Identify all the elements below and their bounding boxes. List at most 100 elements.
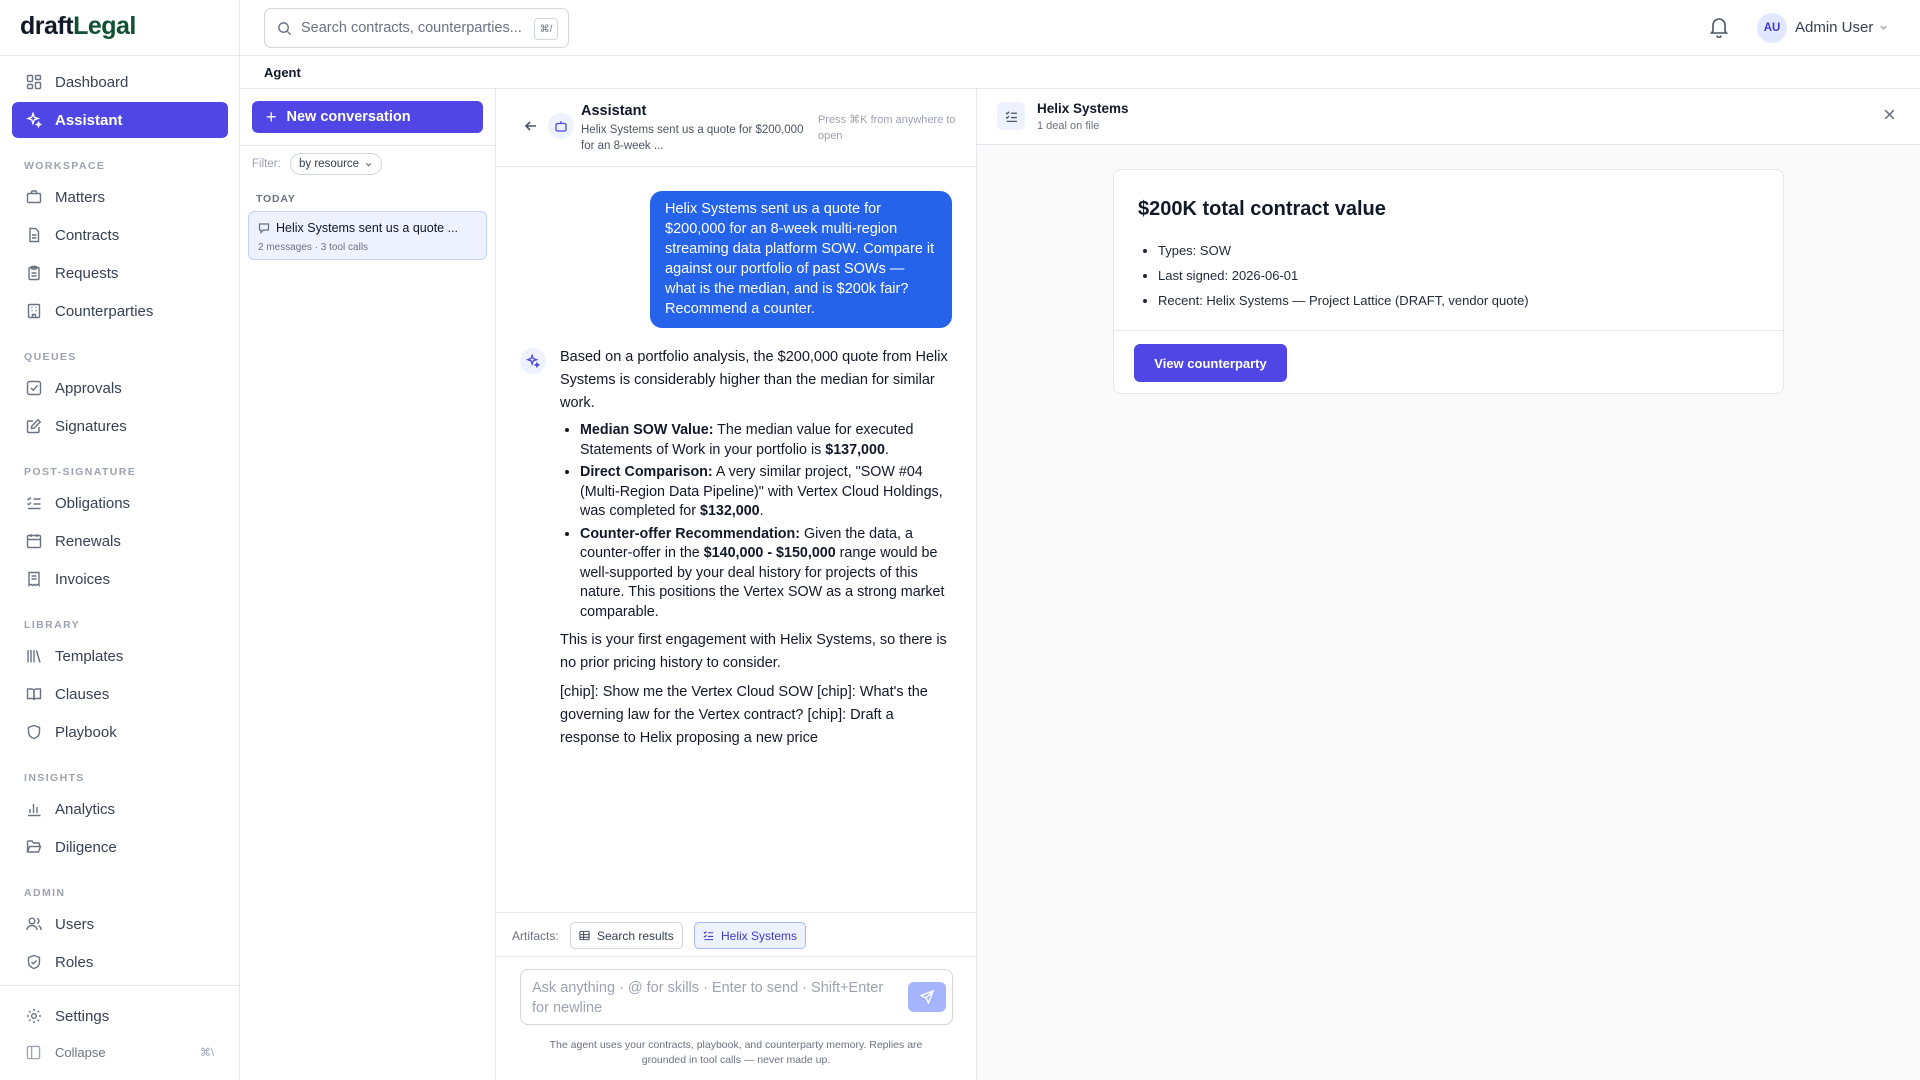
sidebar-item-approvals[interactable]: Approvals bbox=[12, 370, 228, 406]
search-icon bbox=[277, 21, 292, 36]
bullet-label: Direct Comparison: bbox=[580, 464, 713, 480]
clipboard-icon bbox=[25, 265, 42, 282]
sidebar-item-dashboard[interactable]: Dashboard bbox=[12, 64, 228, 100]
conversation-title: Helix Systems sent us a quote ... bbox=[276, 221, 459, 235]
artifact-title: Helix Systems bbox=[1037, 101, 1129, 116]
sidebar-item-roles[interactable]: Roles bbox=[12, 944, 228, 980]
collapse-label: Collapse bbox=[55, 1044, 106, 1060]
sidebar-item-requests[interactable]: Requests bbox=[12, 255, 228, 291]
sidebar-item-obligations[interactable]: Obligations bbox=[12, 485, 228, 521]
message-input[interactable]: Ask anything · @ for skills · Enter to s… bbox=[520, 969, 953, 1025]
sidebar-item-label: Analytics bbox=[55, 800, 116, 818]
sidebar-item-label: Requests bbox=[55, 264, 119, 282]
shield-icon bbox=[25, 724, 42, 741]
collapse-button[interactable]: Collapse ⌘\ bbox=[12, 1040, 228, 1064]
bar-chart-icon bbox=[25, 801, 42, 818]
assistant-note: This is your first engagement with Helix… bbox=[560, 632, 947, 671]
receipt-icon bbox=[25, 571, 42, 588]
list-checks-icon bbox=[703, 930, 714, 941]
sidebar-item-label: Templates bbox=[55, 647, 124, 665]
sidebar-item-assistant[interactable]: Assistant bbox=[12, 102, 228, 138]
conversation-meta: 2 messages · 3 tool calls bbox=[258, 242, 369, 253]
briefcase-icon bbox=[25, 189, 42, 206]
filter-select[interactable]: by resource bbox=[290, 153, 383, 175]
arrow-left-icon[interactable] bbox=[524, 119, 538, 133]
facts-list: Types: SOW Last signed: 2026-06-01 Recen… bbox=[1158, 238, 1529, 313]
list-item: Median SOW Value: The median value for e… bbox=[580, 421, 955, 460]
disclaimer: The agent uses your contracts, playbook,… bbox=[549, 1039, 923, 1066]
check-square-icon bbox=[25, 380, 42, 397]
breadcrumb: Agent bbox=[264, 65, 301, 80]
list-item: Counter-offer Recommendation: Given the … bbox=[580, 525, 955, 623]
new-conversation-button[interactable]: + New conversation bbox=[252, 101, 483, 133]
sidebar-item-renewals[interactable]: Renewals bbox=[12, 523, 228, 559]
library-icon bbox=[25, 648, 42, 665]
assistant-message: Based on a portfolio analysis, the $200,… bbox=[560, 346, 955, 756]
sidebar-item-templates[interactable]: Templates bbox=[12, 638, 228, 674]
sidebar-item-label: Roles bbox=[55, 953, 94, 971]
chat-subtitle: Helix Systems sent us a quote for $200,0… bbox=[581, 124, 804, 152]
chevron-down-icon[interactable] bbox=[1878, 22, 1889, 33]
book-open-icon bbox=[25, 686, 42, 703]
section-title-admin: ADMIN bbox=[24, 887, 66, 899]
sidebar-item-label: Contracts bbox=[55, 226, 120, 244]
shortcut-hint: Press ⌘K from anywhere to open bbox=[818, 114, 956, 142]
search-shortcut: ⌘/ bbox=[534, 18, 558, 40]
user-name[interactable]: Admin User bbox=[1795, 19, 1873, 36]
sidebar-item-diligence[interactable]: Diligence bbox=[12, 829, 228, 865]
bell-icon[interactable] bbox=[1709, 16, 1729, 38]
sidebar-item-analytics[interactable]: Analytics bbox=[12, 791, 228, 827]
sidebar-item-label: Playbook bbox=[55, 723, 117, 741]
list-checks-icon bbox=[25, 495, 42, 512]
group-label: TODAY bbox=[256, 193, 296, 205]
section-title-library: LIBRARY bbox=[24, 619, 81, 631]
sparkles-icon bbox=[25, 112, 42, 129]
sidebar-item-playbook[interactable]: Playbook bbox=[12, 714, 228, 750]
artifact-subtitle: 1 deal on file bbox=[1037, 120, 1100, 132]
divider bbox=[0, 985, 240, 986]
close-icon[interactable] bbox=[1883, 108, 1896, 121]
sidebar-item-label: Diligence bbox=[55, 838, 117, 856]
assistant-intro: Based on a portfolio analysis, the $200,… bbox=[560, 349, 948, 411]
shield-check-icon bbox=[25, 954, 42, 971]
bullet-value: $140,000 - $150,000 bbox=[703, 545, 836, 561]
sidebar-item-label: Counterparties bbox=[55, 302, 154, 320]
sidebar-item-label: Renewals bbox=[55, 532, 121, 550]
artifacts-bar: Artifacts: Search results Helix Systems bbox=[496, 912, 977, 957]
sidebar-item-signatures[interactable]: Signatures bbox=[12, 408, 228, 444]
artifact-panel: Helix Systems 1 deal on file $200K total… bbox=[977, 89, 1920, 1080]
document-icon bbox=[25, 227, 42, 244]
section-title-queues: QUEUES bbox=[24, 351, 77, 363]
sidebar-item-settings[interactable]: Settings bbox=[12, 998, 228, 1034]
sidebar-item-matters[interactable]: Matters bbox=[12, 179, 228, 215]
send-button[interactable] bbox=[908, 982, 946, 1012]
artifact-chip-helix-systems[interactable]: Helix Systems bbox=[694, 922, 807, 949]
sidebar-item-counterparties[interactable]: Counterparties bbox=[12, 293, 228, 329]
artifact-chip-search-results[interactable]: Search results bbox=[570, 922, 683, 949]
search-input[interactable]: Search contracts, counterparties... ⌘/ bbox=[264, 8, 569, 48]
sidebar-item-clauses[interactable]: Clauses bbox=[12, 676, 228, 712]
fact-types: Types: SOW bbox=[1158, 238, 1529, 263]
sidebar-item-invoices[interactable]: Invoices bbox=[12, 561, 228, 597]
sidebar-collapse-icon bbox=[25, 1044, 42, 1061]
message-icon bbox=[258, 222, 270, 234]
view-counterparty-button[interactable]: View counterparty bbox=[1134, 344, 1287, 382]
bullet-label: Counter-offer Recommendation: bbox=[580, 525, 801, 542]
sidebar-item-label: Approvals bbox=[55, 379, 122, 397]
sidebar-item-label: Obligations bbox=[55, 494, 131, 512]
list-item: Direct Comparison: A very similar projec… bbox=[580, 463, 955, 522]
sub-header: Agent bbox=[240, 56, 1920, 89]
sidebar-item-users[interactable]: Users bbox=[12, 906, 228, 942]
list-checks-icon bbox=[997, 102, 1025, 130]
app-logo[interactable]: draftLegal bbox=[20, 12, 136, 41]
building-icon bbox=[25, 303, 42, 320]
sidebar-item-label: Invoices bbox=[55, 570, 111, 588]
divider bbox=[240, 145, 495, 146]
sidebar-item-contracts[interactable]: Contracts bbox=[12, 217, 228, 253]
filter-label: Filter: bbox=[252, 158, 281, 170]
collapse-shortcut: ⌘\ bbox=[199, 1046, 214, 1059]
conversation-item[interactable]: Helix Systems sent us a quote ... 2 mess… bbox=[248, 211, 487, 260]
avatar[interactable]: AU bbox=[1757, 13, 1787, 43]
pen-square-icon bbox=[25, 418, 42, 435]
plus-icon: + bbox=[266, 107, 277, 127]
